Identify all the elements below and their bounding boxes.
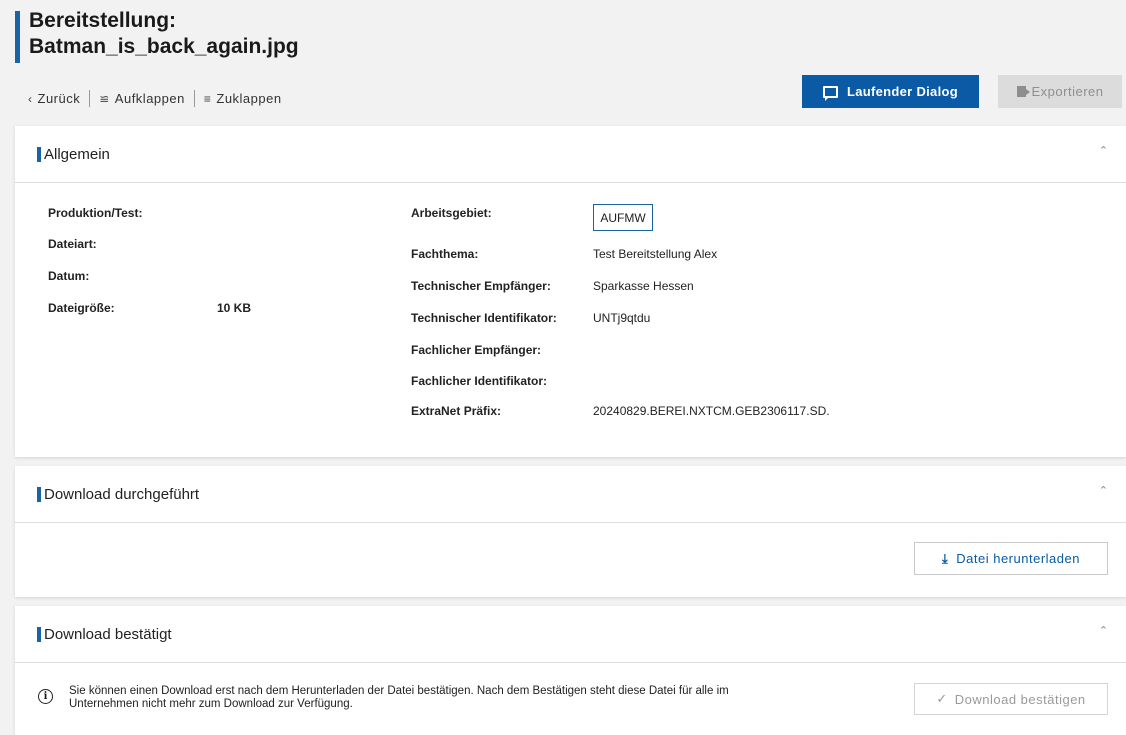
- collapse-icon: ≡: [203, 91, 212, 106]
- chevron-up-icon[interactable]: ⌃: [1099, 484, 1108, 497]
- collapse-all-link[interactable]: ≡ Zuklappen: [204, 91, 282, 106]
- subnav: ‹ Zurück ≌ Aufklappen ≡ Zuklappen: [28, 90, 282, 107]
- expand-icon: ≌: [99, 91, 110, 106]
- chevron-up-icon[interactable]: ⌃: [1099, 624, 1108, 637]
- info-text: Sie können einen Download erst nach dem …: [69, 685, 859, 711]
- file-size-label: Dateigröße:: [48, 301, 115, 315]
- running-dialog-label: Laufender Dialog: [847, 84, 958, 99]
- download-done-card: Download durchgeführt ⌃ ⤓ Datei herunter…: [15, 466, 1126, 597]
- chevron-up-icon[interactable]: ⌃: [1099, 144, 1108, 157]
- chat-bubble-icon: [823, 85, 838, 101]
- running-dialog-button[interactable]: Laufender Dialog: [802, 75, 979, 108]
- checkmark-icon: ✓: [936, 691, 948, 706]
- business-identifier-label: Fachlicher Identifikator:: [411, 374, 548, 388]
- download-done-card-title: Download durchgeführt: [44, 485, 200, 503]
- back-link-label: Zurück: [37, 91, 81, 106]
- export-button[interactable]: Exportieren: [998, 75, 1122, 108]
- download-file-label: Datei herunterladen: [956, 551, 1080, 566]
- general-card-header[interactable]: Allgemein ⌃: [15, 126, 1126, 183]
- technical-recipient-label: Technischer Empfänger:: [411, 279, 551, 293]
- download-done-card-header[interactable]: Download durchgeführt ⌃: [15, 466, 1126, 523]
- section-accent: [37, 626, 41, 642]
- download-file-button[interactable]: ⤓ Datei herunterladen: [914, 542, 1108, 575]
- info-icon: i: [38, 689, 53, 704]
- section-accent: [37, 146, 41, 162]
- date-label: Datum:: [48, 269, 90, 283]
- production-test-label: Produktion/Test:: [48, 206, 143, 220]
- general-card-title: Allgemein: [44, 145, 110, 163]
- file-size-value: 10 KB: [217, 301, 252, 315]
- technical-recipient-value: Sparkasse Hessen: [593, 279, 694, 293]
- title-accent-bar: [15, 11, 20, 63]
- back-link[interactable]: ‹ Zurück: [28, 91, 80, 106]
- export-icon: [1016, 86, 1030, 97]
- confirm-download-button[interactable]: ✓ Download bestätigen: [914, 683, 1108, 715]
- chevron-left-icon: ‹: [28, 91, 33, 106]
- info-text-line1: Sie können einen Download erst nach dem …: [69, 685, 729, 697]
- page-header: Bereitstellung: Batman_is_back_again.jpg: [15, 8, 299, 63]
- page-title-line2: Batman_is_back_again.jpg: [29, 35, 299, 58]
- extranet-prefix-label: ExtraNet Präfix:: [411, 404, 502, 418]
- expand-all-label: Aufklappen: [114, 91, 185, 106]
- technical-identifier-label: Technischer Identifikator:: [411, 311, 557, 325]
- page-title-line1: Bereitstellung:: [29, 9, 177, 32]
- download-confirmed-card-header[interactable]: Download bestätigt ⌃: [15, 606, 1126, 663]
- file-type-label: Dateiart:: [48, 237, 97, 251]
- download-icon: ⤓: [942, 550, 949, 566]
- confirm-download-label: Download bestätigen: [954, 691, 1086, 707]
- topic-value: Test Bereitstellung Alex: [593, 247, 718, 261]
- divider: [193, 90, 195, 107]
- info-text-line2: Unternehmen nicht mehr zum Download zur …: [69, 698, 353, 710]
- general-card: Allgemein ⌃ Produktion/Test: Dateiart: D…: [15, 126, 1126, 457]
- work-area-value[interactable]: AUFMW: [593, 204, 653, 231]
- expand-all-link[interactable]: ≌ Aufklappen: [99, 91, 185, 106]
- work-area-label: Arbeitsgebiet:: [411, 206, 492, 220]
- download-confirmed-card: Download bestätigt ⌃ i Sie können einen …: [15, 606, 1126, 735]
- topic-label: Fachthema:: [411, 247, 479, 261]
- technical-identifier-value: UNTj9qtdu: [593, 311, 651, 325]
- page-title: Bereitstellung: Batman_is_back_again.jpg: [15, 8, 299, 63]
- extranet-prefix-value: 20240829.BEREI.NXTCM.GEB2306117.SD.: [593, 404, 830, 418]
- collapse-all-label: Zuklappen: [216, 91, 282, 106]
- download-confirmed-card-title: Download bestätigt: [44, 625, 172, 643]
- section-accent: [37, 486, 41, 502]
- export-label: Exportieren: [1031, 84, 1104, 99]
- business-recipient-label: Fachlicher Empfänger:: [411, 343, 542, 357]
- divider: [89, 90, 91, 107]
